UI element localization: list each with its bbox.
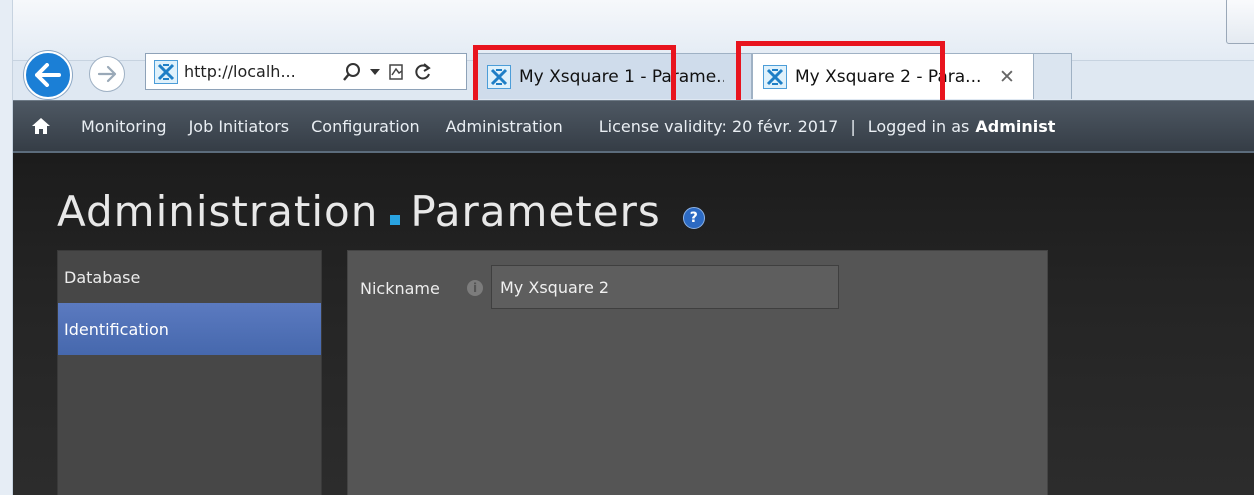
forward-button[interactable]	[89, 56, 125, 92]
help-icon[interactable]: ?	[682, 207, 705, 229]
side-menu-item-identification[interactable]: Identification	[58, 303, 321, 355]
info-icon[interactable]: i	[467, 280, 483, 296]
nickname-label: Nickname	[360, 279, 440, 298]
xsquare-favicon	[154, 59, 178, 84]
close-icon[interactable]: ✕	[999, 66, 1015, 88]
nav-item-administration[interactable]: Administration	[446, 117, 563, 136]
page-content: Administration Parameters ? Database Ide…	[13, 153, 1254, 495]
search-icon[interactable]	[342, 62, 362, 82]
window-left-border	[0, 0, 13, 495]
side-menu-item-database[interactable]: Database	[58, 251, 321, 303]
nickname-input[interactable]	[491, 265, 839, 309]
compatibility-view-icon[interactable]	[388, 63, 406, 81]
logged-in-user[interactable]: Administ	[975, 117, 1055, 136]
back-arrow-icon	[35, 63, 61, 87]
new-tab-button[interactable]	[1034, 53, 1072, 99]
address-text[interactable]: http://localh...	[184, 62, 334, 81]
back-button[interactable]	[24, 51, 72, 99]
nav-item-job-initiators[interactable]: Job Initiators	[189, 117, 290, 136]
page-title: Administration Parameters ?	[57, 181, 705, 241]
home-icon[interactable]	[31, 117, 51, 135]
address-bar[interactable]: http://localh...	[145, 53, 467, 90]
app-nav-bar: Monitoring Job Initiators Configuration …	[13, 100, 1254, 153]
forward-arrow-icon	[97, 65, 117, 83]
page-title-section: Administration	[57, 186, 379, 236]
license-validity-text: License validity: 20 févr. 2017	[598, 116, 839, 136]
dropdown-arrow-icon[interactable]	[370, 68, 380, 76]
logged-in-label: Logged in as	[867, 116, 970, 136]
window-control-button[interactable]	[1226, 0, 1254, 44]
nav-item-configuration[interactable]: Configuration	[311, 117, 420, 136]
refresh-icon[interactable]	[414, 62, 432, 81]
page-title-page: Parameters	[410, 186, 661, 236]
nav-item-monitoring[interactable]: Monitoring	[81, 117, 167, 136]
identification-form: Nickname i	[347, 250, 1048, 495]
side-menu: Database Identification	[57, 250, 322, 495]
title-separator-dot	[390, 215, 401, 225]
nav-separator: |	[850, 116, 856, 136]
